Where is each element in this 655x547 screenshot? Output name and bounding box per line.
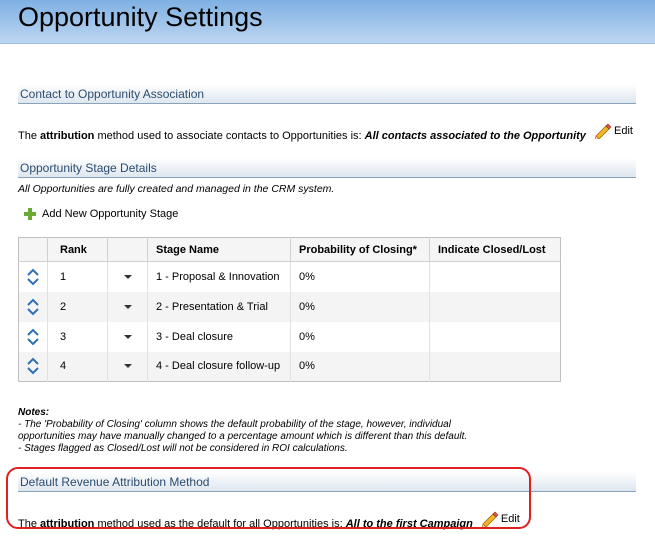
probability-cell: 0% [290, 291, 430, 322]
revenue-text-bold: attribution [40, 518, 95, 530]
reorder-cell [19, 262, 48, 292]
contact-association-section-heading: Contact to Opportunity Association [18, 84, 636, 104]
row-menu-cell[interactable] [107, 351, 148, 382]
dropdown-arrow-icon[interactable] [123, 304, 132, 309]
row-menu-cell[interactable] [107, 291, 148, 322]
revenue-attribution-section-heading: Default Revenue Attribution Method [18, 472, 636, 492]
chevron-up-icon[interactable] [27, 357, 39, 366]
notes-line-2: opportunities may have manually changed … [18, 431, 468, 442]
pencil-icon [594, 123, 611, 139]
rank-cell: 2 [47, 291, 108, 322]
probability-cell: 0% [290, 351, 430, 382]
table-row: 3 3 - Deal closure 0% [19, 321, 561, 352]
contact-text-mid: method used to associate contacts to Opp… [94, 130, 365, 142]
rank-cell: 4 [47, 351, 108, 382]
table-row: 1 1 - Proposal & Innovation 0% [19, 261, 561, 292]
rank-cell: 1 [47, 261, 108, 292]
stages-table: Rank Stage Name Probability of Closing* … [18, 237, 561, 382]
contact-association-value: All contacts associated to the Opportuni… [364, 130, 586, 142]
add-stage-button[interactable]: Add New Opportunity Stage [24, 208, 178, 220]
notes-line-1: - The 'Probability of Closing' column sh… [18, 419, 451, 430]
stage-details-subtext: All Opportunities are fully created and … [18, 183, 335, 195]
column-header-probability: Probability of Closing* [290, 237, 430, 262]
revenue-attribution-line: The attribution method used as the defau… [18, 511, 520, 530]
closed-lost-cell [429, 321, 561, 352]
notes-title: Notes: [18, 407, 50, 418]
probability-cell: 0% [290, 261, 430, 292]
chevron-down-icon[interactable] [27, 307, 39, 316]
column-header-stage-name: Stage Name [147, 237, 291, 262]
revenue-text-mid: method used as the default for all Oppor… [94, 518, 346, 530]
chevron-down-icon[interactable] [27, 366, 39, 375]
closed-lost-cell [429, 351, 561, 382]
reorder-cell [18, 351, 48, 382]
contact-text-bold: attribution [40, 130, 95, 142]
stage-name-cell: 1 - Proposal & Innovation [147, 261, 291, 292]
plus-icon [24, 208, 36, 220]
reorder-cell [19, 322, 48, 352]
revenue-text-pre: The [18, 518, 41, 530]
reorder-control[interactable] [25, 328, 41, 346]
chevron-up-icon[interactable] [27, 268, 39, 277]
stage-details-section-heading: Opportunity Stage Details [18, 158, 636, 178]
closed-lost-cell [429, 291, 561, 322]
column-header-closed-lost: Indicate Closed/Lost [429, 237, 561, 262]
reorder-control[interactable] [25, 268, 41, 286]
reorder-control[interactable] [25, 298, 41, 316]
table-row: 2 2 - Presentation & Trial 0% [18, 291, 561, 322]
chevron-down-icon[interactable] [27, 337, 39, 346]
column-header-reorder [18, 237, 48, 262]
contact-text-pre: The [18, 130, 41, 142]
contact-edit-label: Edit [614, 125, 633, 137]
page-title: Opportunity Settings [18, 2, 263, 32]
revenue-edit-label: Edit [500, 513, 520, 525]
rank-cell: 3 [47, 321, 108, 352]
dropdown-arrow-icon[interactable] [123, 364, 132, 369]
pencil-icon [481, 511, 498, 527]
chevron-up-icon[interactable] [27, 298, 39, 307]
column-header-menu [107, 237, 148, 262]
add-stage-label: Add New Opportunity Stage [42, 208, 179, 220]
reorder-cell [18, 291, 48, 322]
column-header-rank: Rank [47, 237, 108, 262]
stages-table-header-row: Rank Stage Name Probability of Closing* … [18, 237, 561, 262]
probability-cell: 0% [290, 321, 430, 352]
dropdown-arrow-icon[interactable] [123, 274, 132, 279]
dropdown-arrow-icon[interactable] [123, 334, 132, 339]
chevron-down-icon[interactable] [27, 277, 39, 286]
page-header: Opportunity Settings [0, 0, 655, 44]
row-menu-cell[interactable] [107, 261, 148, 292]
contact-edit-button[interactable]: Edit [593, 123, 633, 139]
reorder-control[interactable] [25, 357, 41, 375]
revenue-edit-button[interactable]: Edit [480, 511, 520, 527]
stage-name-cell: 4 - Deal closure follow-up [147, 351, 291, 382]
closed-lost-cell [429, 261, 561, 292]
table-row: 4 4 - Deal closure follow-up 0% [18, 351, 561, 382]
row-menu-cell[interactable] [107, 321, 148, 352]
notes-line-3: - Stages flagged as Closed/Lost will not… [18, 443, 348, 454]
stage-name-cell: 3 - Deal closure [147, 321, 291, 352]
stage-name-cell: 2 - Presentation & Trial [147, 291, 291, 322]
notes-block: Notes: - The 'Probability of Closing' co… [18, 407, 467, 455]
chevron-up-icon[interactable] [27, 328, 39, 337]
contact-association-line: The attribution method used to associate… [18, 123, 633, 142]
revenue-attribution-value: All to the first Campaign [345, 518, 473, 530]
